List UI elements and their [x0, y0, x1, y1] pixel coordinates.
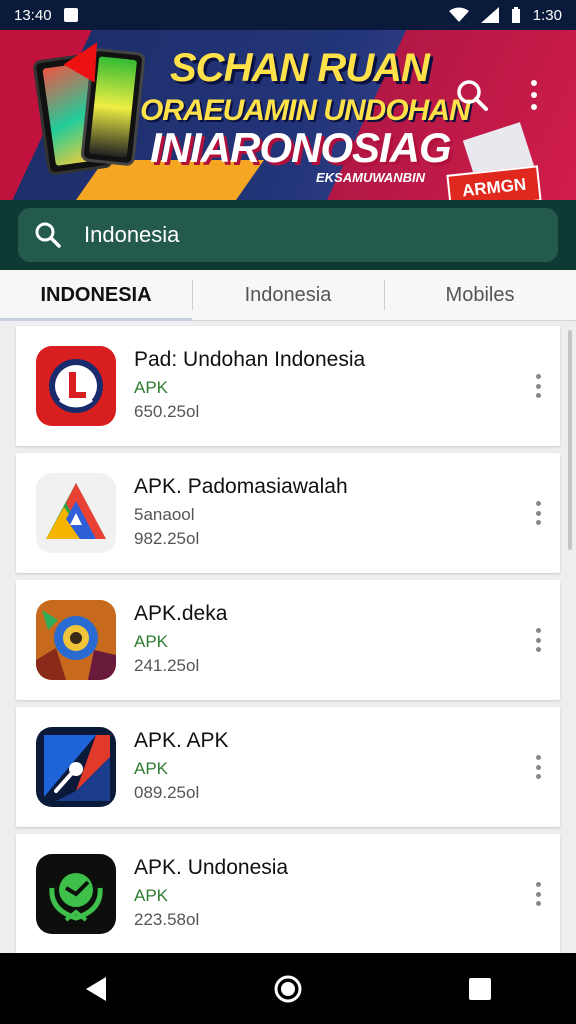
notification-icon [63, 8, 78, 22]
app-type: 5anaool [134, 505, 195, 524]
list-item[interactable]: APK.deka APK 241.25ol [16, 580, 560, 700]
app-size: 089.25ol [134, 783, 200, 802]
search-area: Indonesia [0, 200, 576, 270]
app-size: 241.25ol [134, 656, 200, 675]
tab-mobiles[interactable]: Mobiles [384, 270, 576, 320]
home-icon[interactable] [268, 969, 308, 1009]
more-vert-icon[interactable] [526, 80, 542, 110]
list-item[interactable]: APK. APK APK 089.25ol [16, 707, 560, 827]
more-vert-icon[interactable] [534, 374, 542, 398]
more-vert-icon[interactable] [534, 755, 542, 779]
app-type: APK [134, 632, 169, 651]
list-item[interactable]: Pad: Undohan Indonesia APK 650.25ol [16, 326, 560, 446]
banner-headline-3: INIARONOSIAG [150, 124, 452, 171]
search-value: Indonesia [84, 222, 180, 247]
battery-icon [511, 7, 520, 23]
more-vert-icon[interactable] [534, 628, 542, 652]
category-tabs: INDONESIA Indonesia Mobiles [0, 270, 576, 321]
search-icon [35, 222, 61, 248]
recents-icon[interactable] [460, 969, 500, 1009]
app-name: APK. Padomasiawalah [134, 475, 348, 498]
colorful-triangle-icon [36, 473, 116, 553]
app-name: APK. Undonesia [134, 856, 289, 879]
app-type: APK [134, 378, 169, 397]
system-navigation-bar [0, 953, 576, 1024]
app-name: APK. APK [134, 729, 229, 752]
more-vert-icon[interactable] [534, 501, 542, 525]
app-size: 223.58ol [134, 910, 200, 929]
search-input[interactable]: Indonesia [18, 208, 558, 262]
list-item[interactable]: APK. Undonesia APK 223.58ol [16, 834, 560, 954]
scrollbar[interactable] [568, 330, 572, 550]
more-vert-icon[interactable] [534, 882, 542, 906]
app-type: APK [134, 759, 169, 778]
banner-headline-2: ORAEUAMIN UNDOHAN [140, 94, 471, 127]
banner-headline-1: SCHAN RUAN [170, 46, 430, 90]
back-icon[interactable] [76, 969, 116, 1009]
green-emblem-icon [36, 854, 116, 934]
tab-indonesia-upper[interactable]: INDONESIA [0, 270, 192, 321]
search-icon[interactable] [455, 78, 489, 112]
red-shield-icon [36, 346, 116, 426]
app-size: 650.25ol [134, 402, 200, 421]
list-item[interactable]: APK. Padomasiawalah 5anaool 982.25ol [16, 453, 560, 573]
status-bar: 13:40 1:30 [0, 0, 576, 30]
status-clock: 1:30 [532, 6, 562, 24]
app-list: Pad: Undohan Indonesia APK 650.25ol APK.… [16, 326, 560, 961]
banner-tagline: EKSAMUWANBIN [316, 170, 426, 185]
app-size: 982.25ol [134, 529, 200, 548]
signal-icon [480, 7, 499, 23]
app-name: Pad: Undohan Indonesia [134, 348, 366, 371]
app-name: APK.deka [134, 602, 228, 625]
pin-tool-icon [36, 727, 116, 807]
game-art-icon [36, 600, 116, 680]
banner-badge[interactable]: ARMGN [446, 165, 542, 200]
wifi-icon [448, 7, 469, 22]
status-time: 13:40 [14, 6, 52, 24]
tab-indonesia[interactable]: Indonesia [192, 270, 384, 320]
app-type: APK [134, 886, 169, 905]
promo-banner[interactable]: SCHAN RUAN ORAEUAMIN UNDOHAN INIARONOSIA… [0, 30, 576, 200]
